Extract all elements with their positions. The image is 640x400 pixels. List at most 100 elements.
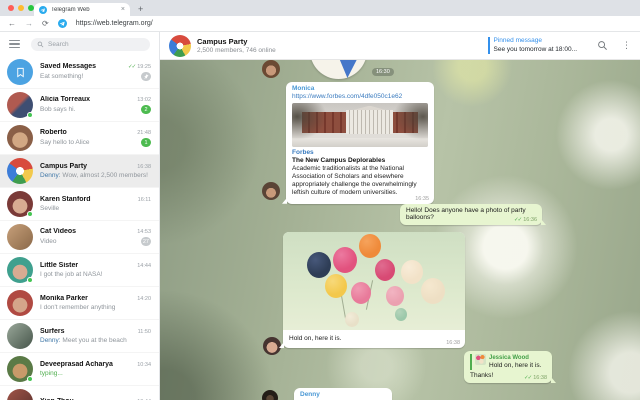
avatar (7, 125, 33, 151)
message-sender: Monica (292, 85, 315, 92)
photo-message: Hold on, here it is. 16:38 (283, 232, 465, 348)
browser-tab[interactable]: Telegram Web × (34, 3, 130, 16)
search-input[interactable] (48, 40, 144, 48)
monica-avatar[interactable] (262, 182, 280, 200)
quote-thumbnail (475, 354, 486, 365)
url-bar: ← → ⟳ https://web.telegram.org/ (0, 16, 640, 32)
incoming-message-clipped: Denny (294, 388, 392, 400)
sticker-sender-avatar[interactable] (262, 60, 280, 78)
menu-icon[interactable] (9, 39, 20, 49)
chat-time: 14:44 (137, 263, 151, 269)
chat-search-icon[interactable] (597, 40, 608, 51)
chat-name: Saved Messages (40, 63, 97, 70)
forward-icon[interactable]: → (25, 19, 33, 28)
preview-sender: Denny: (40, 172, 61, 179)
telegram-favicon-icon (39, 5, 47, 14)
chat-name: Karen Stanford (40, 196, 91, 203)
quote-sender: Jessica Wood (489, 355, 529, 361)
chat-preview: Meet you at the beach (62, 337, 127, 344)
chat-time: 13:02 (137, 97, 151, 103)
pinned-chat-badge (141, 72, 151, 81)
chat-name: Surfers (40, 328, 65, 335)
message-time: 16:36 (523, 217, 537, 223)
sticker-time: 16:30 (372, 68, 394, 76)
avatar (7, 356, 33, 382)
quote-text: Hold on, here it is. (489, 362, 542, 370)
chat-item-karen[interactable]: Karen Stanford 16:11 Seville (0, 188, 159, 221)
tab-strip: Telegram Web × + (0, 0, 640, 16)
read-ticks-icon: ✓✓ (128, 64, 136, 70)
reload-icon[interactable]: ⟳ (42, 19, 49, 28)
preview-sender: Denny: (40, 337, 61, 344)
chat-item-deveeprasad[interactable]: Deveeprasad Acharya 10:34 typing... (0, 353, 159, 386)
tab-title: Telegram Web (51, 6, 90, 13)
minimize-window-button[interactable] (18, 5, 24, 11)
typing-indicator: typing... (40, 370, 63, 377)
search-icon (37, 41, 44, 47)
chat-item-surfers[interactable]: Surfers 11:50 Denny: Meet you at the beac… (0, 320, 159, 353)
message-sender: Denny (300, 391, 320, 398)
chat-item-cat-videos[interactable]: Cat Videos 14:53 Video 27 (0, 221, 159, 254)
sticker[interactable] (310, 60, 367, 79)
chat-item-monika[interactable]: Monika Parker 14:20 I don't remember anyt… (0, 287, 159, 320)
chat-item-roberto[interactable]: Roberto 21:48 Say hello to Alice 1 (0, 122, 159, 155)
avatar (7, 224, 33, 250)
chat-time: 16:38 (137, 164, 151, 170)
online-dot (27, 277, 33, 283)
chat-item-alicia[interactable]: Alicia Torreaux 13:02 Bob says hi. 2 (0, 89, 159, 122)
outgoing-reply-message: Jessica Wood Hold on, here it is. Thanks… (464, 351, 552, 383)
chat-header: Campus Party 2,500 members, 746 online P… (160, 32, 640, 60)
chat-name: Alicia Torreaux (40, 96, 91, 103)
chat-name: Campus Party (40, 163, 88, 170)
chat-time: 14:53 (137, 229, 151, 235)
avatar (7, 92, 33, 118)
balloons-photo[interactable] (283, 232, 465, 330)
window-controls (8, 5, 34, 11)
read-ticks-icon: ✓✓ (524, 374, 532, 381)
chat-name: Deveeprasad Acharya (40, 361, 113, 368)
address-field[interactable]: https://web.telegram.org/ (76, 20, 153, 27)
site-telegram-icon (57, 19, 67, 28)
message-time: 16:35 (415, 195, 429, 202)
avatar (7, 290, 33, 316)
chat-preview: Video (40, 238, 57, 245)
chat-item-saved-messages[interactable]: Saved Messages ✓✓ 19:25 Eat something! (0, 56, 159, 89)
search-box[interactable] (31, 37, 150, 51)
reply-quote[interactable]: Jessica Wood Hold on, here it is. (470, 354, 546, 370)
link-site-name[interactable]: Forbes (292, 149, 428, 156)
online-dot (27, 112, 33, 118)
link-description: Academic traditionalists at the National… (292, 165, 417, 196)
jessica-avatar[interactable] (263, 337, 281, 355)
back-icon[interactable]: ← (8, 19, 16, 28)
denny-avatar[interactable] (262, 390, 278, 400)
new-tab-button[interactable]: + (138, 5, 143, 16)
chat-item-little-sister[interactable]: Little Sister 14:44 I got the job at NASA… (0, 254, 159, 287)
chat-preview: I don't remember anything (40, 304, 116, 311)
pinned-message[interactable]: Pinned message See you tomorrow at 18:00… (487, 37, 577, 54)
message-time: 16:38 (533, 374, 547, 381)
chat-time: 14:20 (137, 296, 151, 302)
avatar (7, 389, 33, 400)
close-window-button[interactable] (8, 5, 14, 11)
maximize-window-button[interactable] (28, 5, 34, 11)
message-link[interactable]: https://www.forbes.com/4dfe050c1e62 (292, 93, 428, 100)
chat-time: 16:11 (137, 197, 151, 203)
unread-badge: 2 (141, 105, 151, 114)
chat-panel: Campus Party 2,500 members, 746 online P… (160, 32, 640, 400)
avatar (7, 257, 33, 283)
saved-messages-avatar (7, 59, 33, 85)
bookmark-icon (16, 67, 24, 78)
group-avatar[interactable] (169, 34, 191, 57)
chat-item-campus-party[interactable]: Campus Party 16:38 Denny: Wow, almost 2,5… (0, 155, 159, 188)
link-preview-image[interactable] (292, 103, 428, 147)
chat-item-xian[interactable]: Xian Zhou10:44 (0, 386, 159, 400)
chat-preview: Bob says hi. (40, 106, 76, 113)
message-text: Hello! Does anyone have a photo of party… (406, 207, 526, 221)
chat-preview: Wow, almost 2,500 members! (62, 172, 148, 179)
more-menu-icon[interactable]: ⋮ (622, 41, 631, 50)
chat-name: Monika Parker (40, 295, 88, 302)
sidebar-topbar (0, 32, 159, 56)
close-tab-icon[interactable]: × (121, 6, 125, 13)
outgoing-message: Hello! Does anyone have a photo of party… (400, 204, 542, 225)
link-title[interactable]: The New Campus Deplorables (292, 157, 428, 164)
